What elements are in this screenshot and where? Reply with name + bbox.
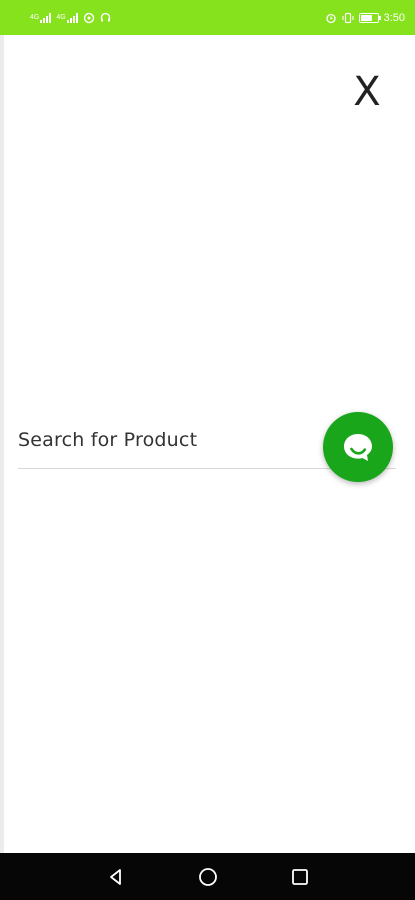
back-icon[interactable] — [104, 865, 128, 889]
search-label: Search for Product — [18, 429, 198, 451]
sim1-network-label: 4G — [30, 14, 40, 21]
signal-icon: 4G — [56, 12, 78, 23]
navigation-bar — [0, 853, 415, 900]
close-button[interactable]: X — [345, 68, 389, 116]
alarm-icon — [325, 12, 337, 24]
home-icon[interactable] — [196, 865, 220, 889]
status-right: 3:50 — [325, 12, 405, 24]
chat-fab-button[interactable] — [323, 412, 393, 482]
signal-icon: 4G — [30, 12, 52, 23]
status-time: 3:50 — [383, 11, 405, 24]
left-edge-strip — [0, 35, 4, 853]
wifi-hotspot-icon — [83, 12, 95, 24]
status-left: 4G 4G — [30, 12, 111, 24]
status-bar: 4G 4G 3:50 — [0, 0, 415, 35]
chat-bubble-icon — [344, 434, 372, 461]
vibrate-icon — [342, 12, 354, 24]
recents-icon[interactable] — [288, 865, 312, 889]
headset-icon — [100, 12, 111, 23]
sim2-network-label: 4G — [56, 14, 66, 21]
battery-icon — [358, 12, 381, 23]
screen: 4G 4G 3:50 X Search for Product — [0, 0, 415, 900]
